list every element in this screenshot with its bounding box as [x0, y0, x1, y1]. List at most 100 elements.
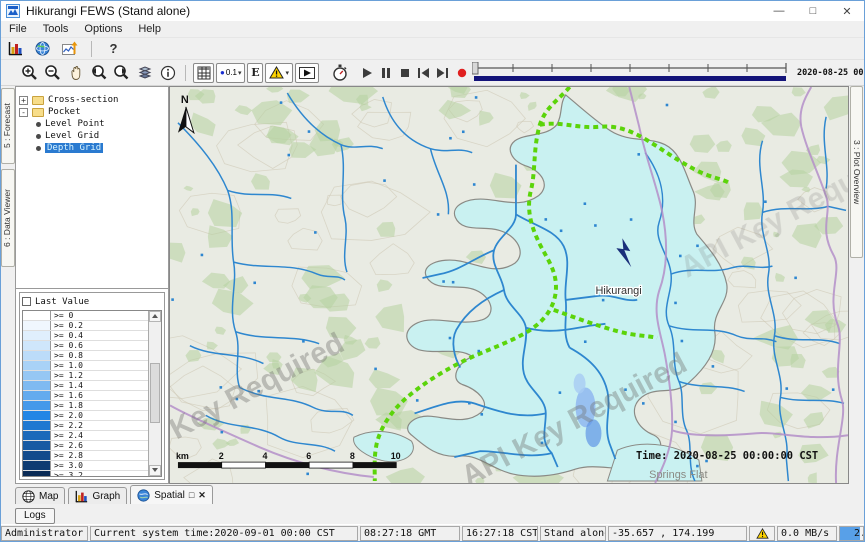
minimize-button[interactable]: —: [762, 1, 796, 21]
tab-maximize-icon[interactable]: □: [189, 490, 194, 500]
svg-text:10: 10: [391, 451, 401, 461]
legend-row: >= 1.8: [23, 401, 148, 411]
tab-spatial[interactable]: Spatial □ ✕: [130, 485, 213, 504]
timeline-handle[interactable]: [472, 62, 478, 74]
threshold-value: 0.1: [226, 68, 237, 77]
pause-button[interactable]: [377, 63, 394, 83]
grid-display-button[interactable]: [193, 63, 214, 83]
legend-row: >= 3.0: [23, 461, 148, 471]
bottom-tab-bar: Map Graph Spatial □ ✕: [1, 484, 864, 504]
skip-end-button[interactable]: [434, 63, 451, 83]
tab-plot-overview[interactable]: 3 : Plot Overview: [850, 86, 863, 258]
stop-button[interactable]: [396, 63, 413, 83]
tab-map[interactable]: Map: [15, 487, 65, 504]
legend-swatch: [23, 411, 51, 420]
threshold-dot-icon: ●: [220, 68, 225, 77]
legend-row: >= 2.6: [23, 441, 148, 451]
tree-item-label: Pocket: [48, 107, 81, 117]
skip-start-icon: [417, 67, 430, 79]
bullet-icon: [36, 122, 41, 127]
legend-row: >= 1.4: [23, 381, 148, 391]
status-warning[interactable]: [749, 526, 775, 541]
svg-text:8: 8: [350, 451, 355, 461]
zoom-next-button[interactable]: [111, 63, 132, 83]
status-local-time: 16:27:18 CST: [462, 526, 538, 541]
toolbar-separator: [91, 41, 92, 57]
right-tab-strip: 3 : Plot Overview: [849, 86, 864, 484]
map-time-label: Time: 2020-08-25 00:00:00 CST: [636, 450, 818, 462]
legend-list: >= 0 >= 0.2 >= 0.4 >= 0.6 >= 0.8 >= 1.0 …: [22, 310, 162, 477]
tree-item-depth-grid[interactable]: Depth Grid: [33, 142, 165, 154]
warnings-dropdown[interactable]: ▾: [265, 63, 293, 83]
timer-button[interactable]: [329, 63, 350, 83]
zoom-out-button[interactable]: [42, 63, 63, 83]
folder-icon: [32, 96, 44, 105]
menu-file[interactable]: File: [1, 21, 35, 37]
collapse-icon[interactable]: -: [19, 108, 28, 117]
legend-row: >= 1.2: [23, 371, 148, 381]
graphs-button[interactable]: [5, 39, 26, 59]
map-view[interactable]: API Key Required API Key Required API Ke…: [169, 86, 849, 484]
legend-swatch: [23, 351, 51, 360]
status-gmt-time: 08:27:18 GMT: [360, 526, 460, 541]
help-button[interactable]: ?: [103, 39, 124, 59]
zoom-previous-button[interactable]: [88, 63, 109, 83]
vertical-scale-button[interactable]: E: [247, 63, 263, 83]
legend-scrollbar[interactable]: [148, 311, 161, 476]
scroll-down-icon[interactable]: [149, 465, 161, 476]
current-datetime: 2020-08-25 00:00:00 CST: [797, 68, 865, 78]
expand-icon[interactable]: +: [19, 96, 28, 105]
layers-icon: [137, 65, 153, 80]
status-mode: Stand alone: [540, 526, 606, 541]
zoom-in-button[interactable]: [19, 63, 40, 83]
folder-icon: [32, 108, 44, 117]
logs-button[interactable]: Logs: [15, 508, 55, 524]
menu-help[interactable]: Help: [130, 21, 169, 37]
scroll-up-icon[interactable]: [149, 311, 161, 322]
legend-row: >= 2.2: [23, 421, 148, 431]
tab-forecast[interactable]: 5 : Forecast: [1, 88, 15, 164]
threshold-dropdown[interactable]: ●0.1▾: [216, 63, 245, 83]
place-label: Springs Flat: [649, 469, 707, 481]
animation-button[interactable]: [295, 63, 319, 83]
main-area: 5 : Forecast 6 : Data Viewer + Cross-sec…: [1, 86, 864, 484]
close-button[interactable]: ✕: [830, 1, 864, 21]
tree-item-cross-section[interactable]: + Cross-section: [19, 94, 165, 106]
movie-play-icon: [299, 67, 315, 79]
legend-swatch: [23, 341, 51, 350]
longitudinal-profile-button[interactable]: [59, 39, 80, 59]
layers-button[interactable]: [134, 63, 155, 83]
zoom-in-icon: [21, 64, 38, 81]
play-button[interactable]: [358, 63, 375, 83]
menu-tools[interactable]: Tools: [35, 21, 77, 37]
record-button[interactable]: [453, 63, 470, 83]
tree-item-level-point[interactable]: Level Point: [33, 118, 165, 130]
legend-swatch: [23, 451, 51, 460]
legend-row: >= 0.2: [23, 321, 148, 331]
tab-data-viewer[interactable]: 6 : Data Viewer: [1, 169, 15, 267]
tab-graph[interactable]: Graph: [68, 487, 127, 504]
last-value-label: Last Value: [35, 297, 89, 307]
tree-item-pocket[interactable]: - Pocket: [19, 106, 165, 118]
skip-start-button[interactable]: [415, 63, 432, 83]
main-toolbar: ?: [1, 38, 864, 60]
last-value-checkbox[interactable]: [22, 297, 31, 306]
legend-row: >= 1.0: [23, 361, 148, 371]
tab-close-icon[interactable]: ✕: [198, 490, 206, 501]
scrollbar-thumb[interactable]: [150, 363, 160, 423]
legend-row: >= 0: [23, 311, 148, 321]
maximize-button[interactable]: □: [796, 1, 830, 21]
map-display-button[interactable]: [32, 39, 53, 59]
timeline-slider[interactable]: [472, 62, 790, 84]
bar-chart-icon: [8, 41, 23, 56]
info-button[interactable]: [157, 63, 178, 83]
menu-options[interactable]: Options: [76, 21, 130, 37]
tree-item-level-grid[interactable]: Level Grid: [33, 130, 165, 142]
app-icon: [6, 4, 20, 18]
title-bar: Hikurangi FEWS (Stand alone) — □ ✕: [1, 1, 864, 21]
svg-text:6: 6: [306, 451, 311, 461]
stopwatch-icon: [332, 64, 348, 81]
help-icon: ?: [110, 41, 118, 56]
app-window: Hikurangi FEWS (Stand alone) — □ ✕ File …: [0, 0, 865, 542]
pan-button[interactable]: [65, 63, 86, 83]
